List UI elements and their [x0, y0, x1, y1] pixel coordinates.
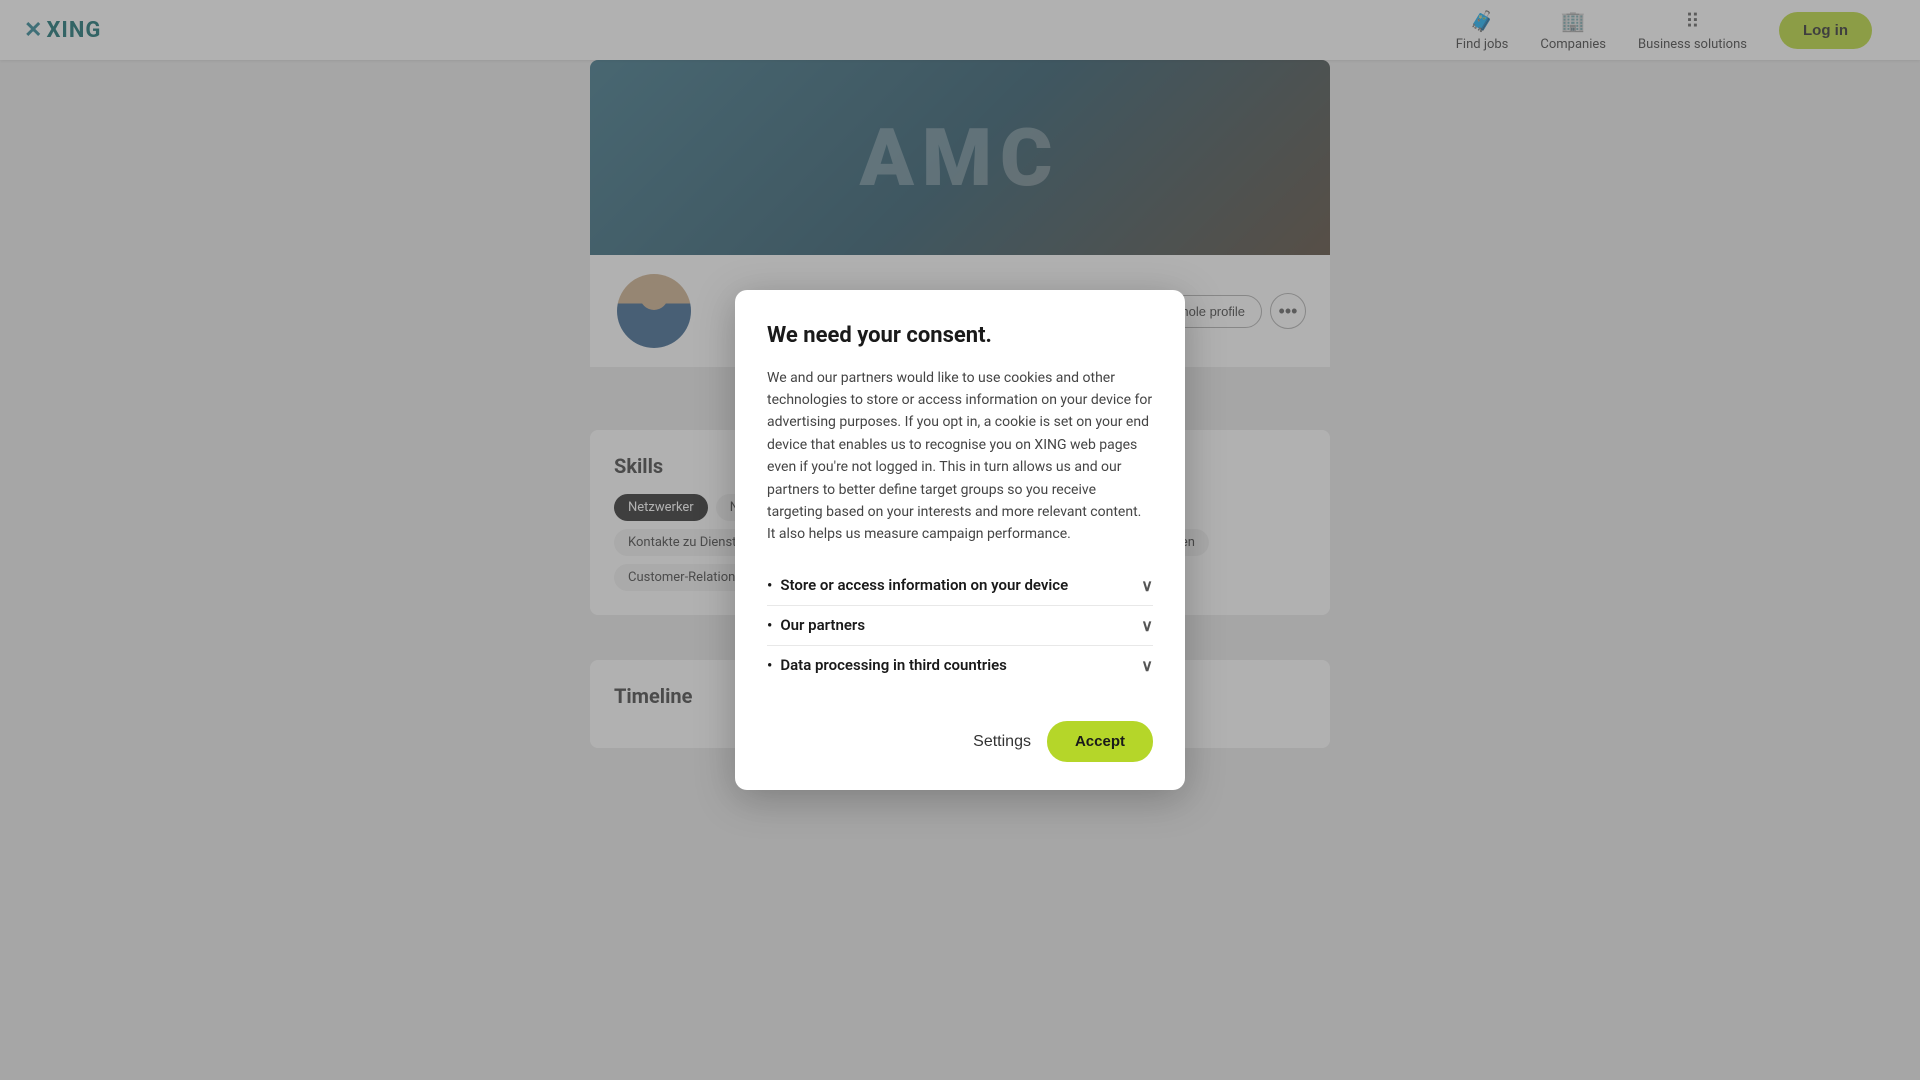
- bullet-icon-data: •: [767, 656, 772, 674]
- chevron-down-icon-store: ∨: [1141, 576, 1153, 595]
- chevron-down-icon-data: ∨: [1141, 656, 1153, 675]
- store-access-label: Store or access information on your devi…: [780, 576, 1068, 594]
- modal-scroll-area: We need your consent. We and our partner…: [767, 322, 1153, 705]
- modal-body-text: We and our partners would like to use co…: [767, 367, 1153, 546]
- bullet-icon: •: [767, 576, 772, 594]
- modal-list-item-our-partners[interactable]: • Our partners ∨: [767, 606, 1153, 646]
- our-partners-label: Our partners: [780, 616, 865, 634]
- settings-button[interactable]: Settings: [973, 733, 1031, 751]
- modal-buttons: Settings Accept: [767, 721, 1153, 762]
- consent-modal: We need your consent. We and our partner…: [735, 290, 1185, 790]
- accept-button[interactable]: Accept: [1047, 721, 1153, 762]
- modal-options-list: • Store or access information on your de…: [767, 566, 1153, 685]
- modal-overlay: We need your consent. We and our partner…: [0, 0, 1920, 1080]
- bullet-icon-partners: •: [767, 616, 772, 634]
- data-processing-label: Data processing in third countries: [780, 656, 1007, 674]
- modal-list-item-store-access[interactable]: • Store or access information on your de…: [767, 566, 1153, 606]
- modal-title: We need your consent.: [767, 322, 1153, 351]
- modal-list-item-data-processing[interactable]: • Data processing in third countries ∨: [767, 646, 1153, 685]
- chevron-down-icon-partners: ∨: [1141, 616, 1153, 635]
